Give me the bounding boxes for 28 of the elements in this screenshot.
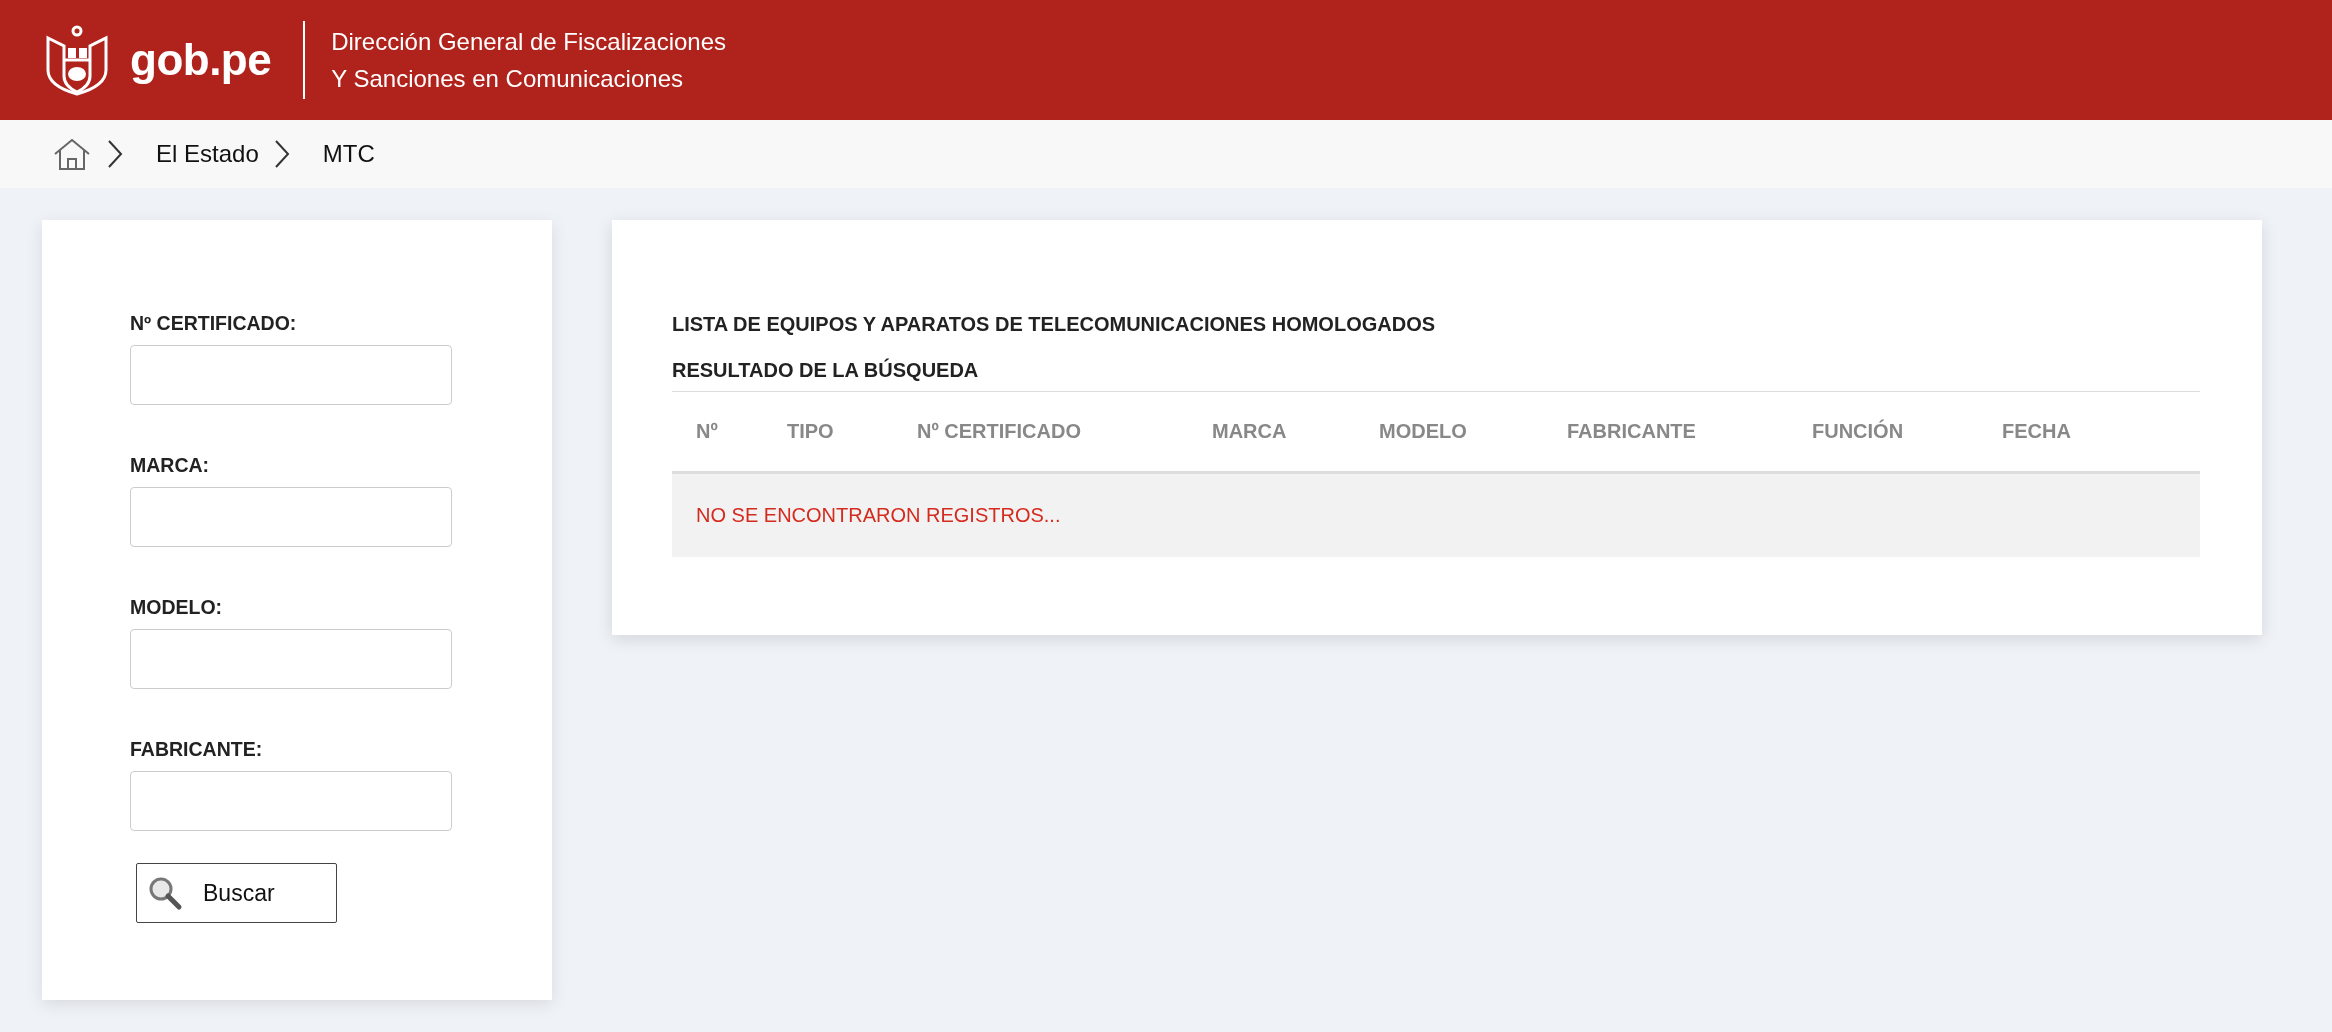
column-header: FABRICANTE — [1567, 420, 1697, 443]
column-header: FUNCIÓN — [1812, 420, 1905, 443]
column-header: MODELO — [1379, 420, 1468, 443]
field-label: MODELO: — [130, 596, 224, 619]
chevron-right-icon — [272, 138, 291, 170]
agency-title: Dirección General de Fiscalizaciones Y Sanciones en Comunicaciones — [331, 27, 727, 94]
field-label: FABRICANTE: — [130, 738, 264, 761]
input-field[interactable] — [130, 487, 452, 547]
empty-message: NO SE ENCONTRARON REGISTROS... — [696, 504, 1061, 527]
field-label: Nº CERTIFICADO: — [130, 312, 298, 335]
column-header: Nº CERTIFICADO — [917, 420, 1082, 443]
results-title: LISTA DE EQUIPOS Y APARATOS DE TELECOMUNICACIONES HOMOLOGADOS — [672, 313, 1437, 336]
search-button[interactable]: Buscar — [136, 863, 337, 923]
logo-text[interactable]: gob.pe — [130, 35, 272, 85]
input-field[interactable] — [130, 629, 452, 689]
home-icon[interactable] — [52, 137, 92, 171]
results-subtitle: RESULTADO DE LA BÚSQUEDA — [672, 359, 2200, 392]
search-icon — [147, 875, 183, 911]
input-field[interactable] — [130, 771, 452, 831]
breadcrumb-link[interactable]: MTC — [322, 140, 375, 168]
input-field[interactable] — [130, 345, 452, 405]
chevron-right-icon — [106, 138, 124, 170]
column-header: MARCA — [1212, 420, 1288, 443]
breadcrumb-link[interactable]: El Estado — [156, 140, 259, 168]
column-header: TIPO — [787, 420, 835, 443]
field-label: MARCA: — [130, 454, 211, 477]
column-header: Nº — [696, 420, 719, 443]
column-header: FECHA — [2002, 420, 2072, 443]
